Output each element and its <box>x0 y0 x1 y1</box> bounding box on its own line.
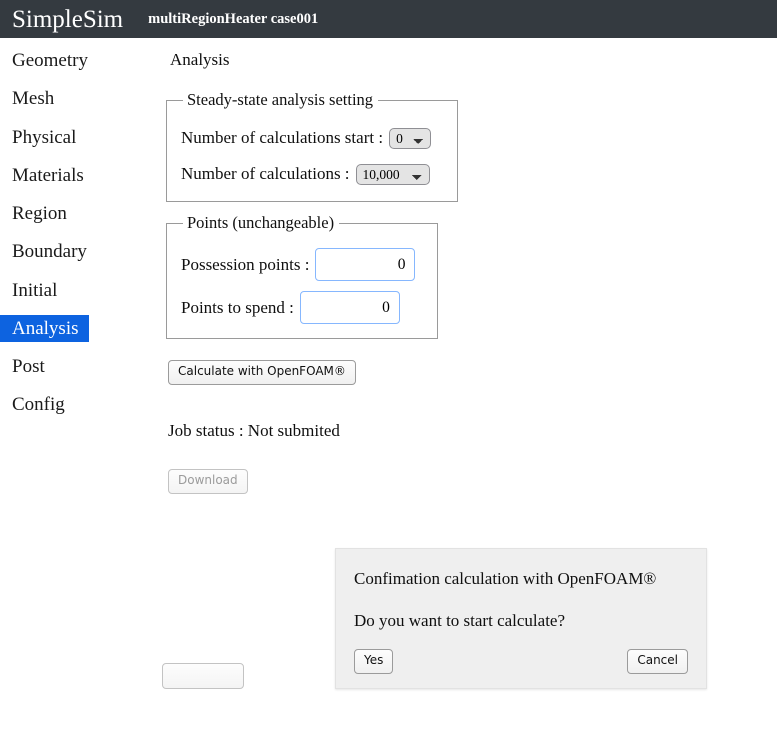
sidebar-item-initial[interactable]: Initial <box>0 277 67 304</box>
dialog-cancel-button[interactable]: Cancel <box>627 649 688 674</box>
points-to-spend-row: Points to spend : <box>181 291 425 324</box>
app-brand[interactable]: SimpleSim <box>12 7 123 32</box>
sidebar-item-region[interactable]: Region <box>0 200 77 227</box>
calc-count-select[interactable]: 10,000 <box>355 163 430 185</box>
app-header: SimpleSim multiRegionHeater case001 <box>0 0 777 38</box>
points-to-spend-input[interactable] <box>299 291 400 324</box>
sidebar-item-analysis[interactable]: Analysis <box>0 314 89 343</box>
points-panel: Points (unchangeable) Possession points … <box>166 213 438 339</box>
case-title: multiRegionHeater case001 <box>148 10 319 27</box>
calc-count-row: Number of calculations : 10,000 <box>181 161 445 187</box>
sidebar-item-boundary[interactable]: Boundary <box>0 238 97 265</box>
points-legend: Points (unchangeable) <box>187 213 335 232</box>
possession-points-input[interactable] <box>315 248 416 281</box>
sidebar-item-config[interactable]: Config <box>0 391 75 418</box>
points-to-spend-label: Points to spend : <box>181 297 294 317</box>
sidebar-nav: Geometry Mesh Physical Materials Region … <box>0 38 160 430</box>
page-title: Analysis <box>170 50 230 69</box>
obscured-button-behind-modal <box>162 663 244 689</box>
calc-start-row: Number of calculations start : 0 <box>181 125 445 151</box>
steady-state-legend: Steady-state analysis setting <box>187 90 374 109</box>
dialog-yes-button[interactable]: Yes <box>354 649 394 674</box>
job-status-text: Job status : Not submited <box>168 420 340 440</box>
sidebar-item-post[interactable]: Post <box>0 353 55 380</box>
sidebar-item-physical[interactable]: Physical <box>0 124 86 151</box>
main-content: Analysis Steady-state analysis setting N… <box>160 38 777 689</box>
calculate-with-openfoam-button[interactable]: Calculate with OpenFOAM® <box>168 360 356 385</box>
sidebar-item-materials[interactable]: Materials <box>0 162 94 189</box>
possession-points-label: Possession points : <box>181 254 310 274</box>
calc-count-label: Number of calculations : <box>181 164 350 183</box>
sidebar-item-mesh[interactable]: Mesh <box>0 85 64 112</box>
dialog-question: Do you want to start calculate? <box>354 611 566 630</box>
download-button[interactable]: Download <box>168 468 248 494</box>
dialog-title: Confimation calculation with OpenFOAM® <box>354 569 657 588</box>
sidebar-item-geometry[interactable]: Geometry <box>0 47 98 74</box>
dialog-actions: Yes Cancel <box>354 649 688 674</box>
app-body: Geometry Mesh Physical Materials Region … <box>0 38 777 689</box>
confirmation-dialog: Confimation calculation with OpenFOAM® D… <box>335 548 707 689</box>
possession-points-row: Possession points : <box>181 248 425 281</box>
calc-start-label: Number of calculations start : <box>181 128 384 147</box>
calc-start-select[interactable]: 0 <box>389 127 432 149</box>
steady-state-settings-panel: Steady-state analysis setting Number of … <box>166 90 458 202</box>
